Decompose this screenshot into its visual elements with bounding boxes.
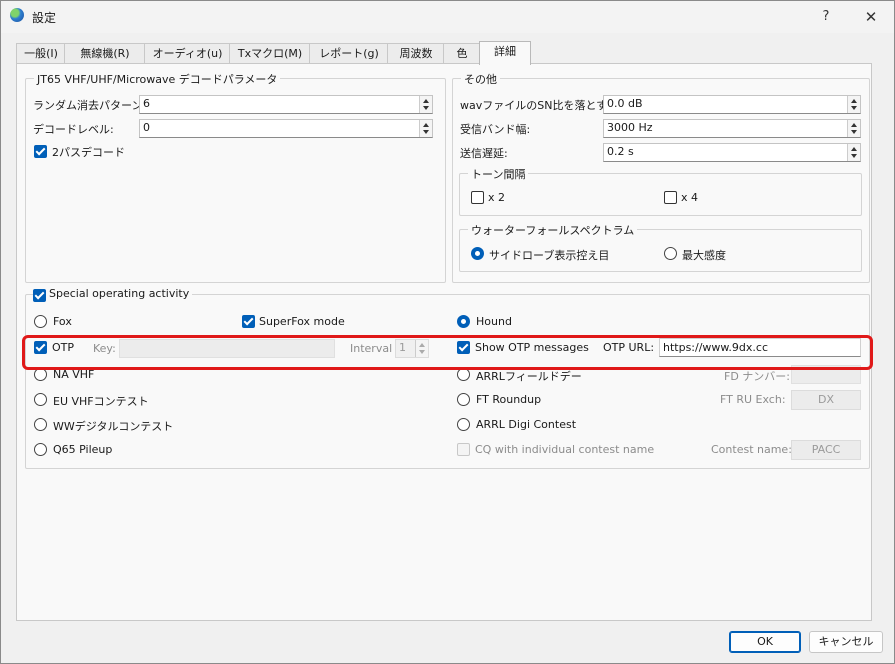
tone-x2-checkbox[interactable]: [471, 191, 484, 204]
tab-audio[interactable]: オーディオ(u): [144, 43, 231, 64]
arrow-up-icon: [851, 123, 857, 127]
arrow-down-icon: [851, 130, 857, 134]
eu-vhf-label: EU VHFコンテスト: [53, 395, 149, 408]
tx-delay-value: 0.2 s: [607, 145, 634, 158]
fd-number-label: FD ナンバー:: [724, 370, 790, 383]
tab-tx-macros[interactable]: Txマクロ(M): [229, 43, 311, 64]
two-pass-checkbox[interactable]: [34, 145, 47, 158]
tab-radio[interactable]: 無線機(R): [64, 43, 146, 64]
random-erasure-spinbox[interactable]: 6: [139, 95, 433, 114]
random-erasure-value: 6: [143, 97, 150, 110]
tone-x2-label: x 2: [488, 191, 506, 204]
tx-delay-spinbox[interactable]: 0.2 s: [603, 143, 861, 162]
help-button[interactable]: ?: [813, 6, 839, 28]
fox-radio[interactable]: [34, 315, 47, 328]
waterfall-title: ウォーターフォールスペクトラム: [468, 222, 638, 238]
tab-advanced[interactable]: 詳細: [479, 41, 531, 65]
window-title: 設定: [32, 11, 57, 25]
misc-title: その他: [461, 71, 500, 87]
hound-radio[interactable]: [457, 315, 470, 328]
q65-pileup-radio[interactable]: [34, 443, 47, 456]
tone-x4-checkbox[interactable]: [664, 191, 677, 204]
settings-window: 設定 ? ✕ 一般(I) 無線機(R) オーディオ(u) Txマクロ(M) レポ…: [0, 0, 895, 664]
two-pass-label: 2パスデコード: [52, 146, 125, 159]
ww-digi-radio[interactable]: [34, 418, 47, 431]
tab-general[interactable]: 一般(I): [16, 43, 66, 64]
max-sensitivity-radio[interactable]: [664, 247, 677, 260]
arrow-up-icon: [851, 147, 857, 151]
arrow-up-icon: [423, 99, 429, 103]
fox-label: Fox: [53, 315, 72, 328]
wav-snr-label: wavファイルのSN比を落とす:: [460, 99, 611, 112]
arrow-down-icon: [423, 106, 429, 110]
special-activity-title: Special operating activity: [46, 287, 193, 300]
ww-digi-label: WWデジタルコンテスト: [53, 420, 174, 433]
rx-bandwidth-spinbox[interactable]: 3000 Hz: [603, 119, 861, 138]
ft-roundup-radio[interactable]: [457, 393, 470, 406]
ft-ru-exch-field[interactable]: DX: [791, 390, 861, 410]
sidelobe-label: サイドローブ表示控え目: [489, 249, 610, 262]
arrl-digi-label: ARRL Digi Contest: [476, 418, 577, 431]
arrow-up-icon: [851, 99, 857, 103]
tab-colors[interactable]: 色: [443, 43, 481, 64]
rx-bandwidth-value: 3000 Hz: [607, 121, 653, 134]
random-erasure-label: ランダム消去パターン:: [33, 99, 147, 112]
spin-arrows[interactable]: [847, 120, 860, 137]
ft-roundup-label: FT Roundup: [476, 393, 542, 406]
tab-frequencies[interactable]: 周波数: [387, 43, 445, 64]
superfox-checkbox[interactable]: [242, 315, 255, 328]
sidelobe-radio[interactable]: [471, 247, 484, 260]
tone-x4-label: x 4: [681, 191, 699, 204]
arrow-down-icon: [423, 130, 429, 134]
hound-label: Hound: [476, 315, 512, 328]
cq-individual-checkbox[interactable]: [457, 443, 470, 456]
app-globe-icon: [10, 8, 24, 22]
superfox-label: SuperFox mode: [259, 315, 345, 328]
contest-name-label: Contest name:: [711, 443, 792, 456]
wav-snr-spinbox[interactable]: 0.0 dB: [603, 95, 861, 114]
arrow-down-icon: [851, 106, 857, 110]
contest-name-field[interactable]: PACC: [791, 440, 861, 460]
spin-arrows[interactable]: [419, 120, 432, 137]
eu-vhf-radio[interactable]: [34, 393, 47, 406]
arrl-digi-radio[interactable]: [457, 418, 470, 431]
tab-reporting[interactable]: レポート(g): [309, 43, 389, 64]
tx-delay-label: 送信遅延:: [460, 147, 508, 160]
wav-snr-value: 0.0 dB: [607, 97, 643, 110]
arrow-up-icon: [423, 123, 429, 127]
otp-row-highlight: [22, 335, 873, 370]
arrl-fd-label: ARRLフィールドデー: [476, 370, 582, 383]
tone-spacing-title: トーン間隔: [468, 166, 529, 182]
special-activity-checkbox[interactable]: [33, 289, 46, 302]
title-bar: 設定 ? ✕: [1, 1, 894, 33]
rx-bandwidth-label: 受信バンド幅:: [460, 123, 531, 136]
arrow-down-icon: [851, 154, 857, 158]
close-button[interactable]: ✕: [854, 6, 888, 28]
cancel-button[interactable]: キャンセル: [809, 631, 883, 653]
tone-spacing-group: トーン間隔: [459, 166, 862, 216]
q65-pileup-label: Q65 Pileup: [53, 443, 113, 456]
cq-individual-label: CQ with individual contest name: [475, 443, 655, 456]
spin-arrows[interactable]: [847, 144, 860, 161]
decode-level-value: 0: [143, 121, 150, 134]
decode-params-title: JT65 VHF/UHF/Microwave デコードパラメータ: [34, 71, 281, 87]
ft-ru-exch-label: FT RU Exch:: [720, 393, 786, 406]
spin-arrows[interactable]: [419, 96, 432, 113]
decode-level-label: デコードレベル:: [33, 123, 114, 136]
max-sensitivity-label: 最大感度: [682, 249, 726, 262]
decode-level-spinbox[interactable]: 0: [139, 119, 433, 138]
ok-button[interactable]: OK: [729, 631, 801, 653]
spin-arrows[interactable]: [847, 96, 860, 113]
